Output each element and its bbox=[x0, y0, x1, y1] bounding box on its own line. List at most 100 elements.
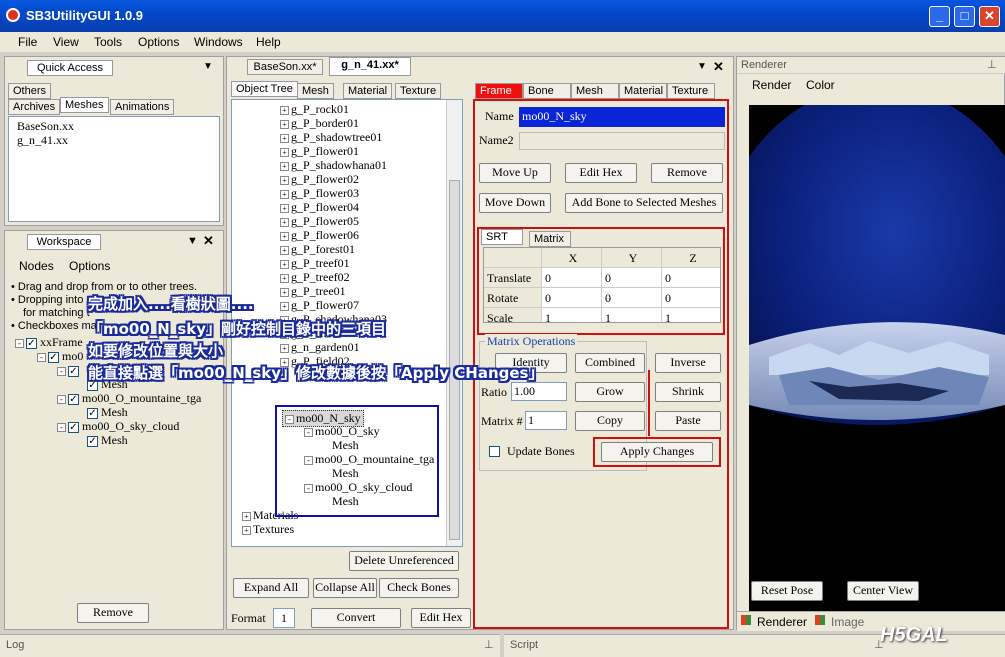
tree-node[interactable]: + g_P_border01 bbox=[280, 116, 359, 131]
name2-field[interactable] bbox=[519, 132, 725, 150]
workspace-title[interactable]: Workspace bbox=[27, 234, 101, 250]
tab-archives[interactable]: Archives bbox=[8, 99, 61, 115]
tab-bone[interactable]: Bone bbox=[523, 83, 571, 99]
list-item[interactable]: BaseSon.xx bbox=[17, 119, 74, 134]
tab-mesh[interactable]: Mesh bbox=[571, 83, 619, 99]
tab-others[interactable]: Others bbox=[8, 83, 52, 99]
collapse-all-button[interactable]: Collapse All bbox=[313, 578, 377, 598]
dropdown-icon[interactable]: ▼ bbox=[203, 61, 213, 72]
tab-meshes[interactable]: Meshes bbox=[60, 97, 109, 113]
close-icon[interactable]: ✕ bbox=[713, 59, 724, 75]
pin-icon[interactable]: ⊥ bbox=[484, 638, 494, 651]
menu-color[interactable]: Color bbox=[806, 78, 835, 92]
menu-options[interactable]: Options bbox=[69, 259, 110, 273]
tree-node[interactable]: - ✓ mo00_O_mountaine_tga bbox=[57, 391, 201, 406]
tree-node[interactable]: + g_P_flower02 bbox=[280, 172, 359, 187]
apply-changes-button[interactable]: Apply Changes bbox=[601, 442, 713, 462]
grow-button[interactable]: Grow bbox=[575, 382, 645, 402]
tab-texture[interactable]: Texture bbox=[667, 83, 715, 99]
translate-z[interactable]: 0 bbox=[662, 268, 720, 288]
expand-icon[interactable]: + bbox=[280, 161, 289, 171]
tree-node[interactable]: - ✓ xxFrame bbox=[15, 335, 83, 350]
menu-help[interactable]: Help bbox=[256, 35, 281, 49]
tree-node[interactable]: + g_n_garden01 bbox=[280, 340, 360, 355]
update-bones-checkbox[interactable] bbox=[489, 445, 503, 457]
tab-frame[interactable]: Frame bbox=[475, 83, 523, 99]
tree-node[interactable]: + g_P_flower01 bbox=[280, 144, 359, 159]
tab-material[interactable]: Material bbox=[619, 83, 667, 99]
edit-hex-button[interactable]: Edit Hex bbox=[565, 163, 637, 183]
menu-view[interactable]: View bbox=[53, 35, 79, 49]
edit-hex-button[interactable]: Edit Hex bbox=[411, 608, 471, 628]
scale-z[interactable]: 1 bbox=[662, 308, 720, 322]
close-icon[interactable]: ✕ bbox=[203, 233, 214, 249]
menu-windows[interactable]: Windows bbox=[194, 35, 243, 49]
expand-icon[interactable]: + bbox=[280, 175, 289, 185]
paste-button[interactable]: Paste bbox=[655, 411, 721, 431]
tree-node[interactable]: + g_P_treef02 bbox=[280, 270, 350, 285]
tree-node[interactable]: ✓ Mesh bbox=[87, 433, 128, 448]
center-view-button[interactable]: Center View bbox=[847, 581, 919, 601]
matrix-num-field[interactable]: 1 bbox=[525, 411, 567, 430]
expand-icon[interactable]: + bbox=[280, 231, 289, 241]
format-field[interactable]: 1 bbox=[273, 608, 295, 628]
expand-icon[interactable]: + bbox=[280, 301, 289, 311]
combined-button[interactable]: Combined bbox=[575, 353, 645, 373]
tree-node[interactable]: + g_P_flower06 bbox=[280, 228, 359, 243]
tree-node[interactable]: + g_P_rock01 bbox=[280, 102, 349, 117]
expand-icon[interactable]: + bbox=[280, 189, 289, 199]
expand-icon[interactable]: + bbox=[280, 147, 289, 157]
copy-button[interactable]: Copy bbox=[575, 411, 645, 431]
move-down-button[interactable]: Move Down bbox=[479, 193, 551, 213]
menu-nodes[interactable]: Nodes bbox=[19, 259, 54, 273]
tree-node[interactable]: - ✓ mo00_O_sky_cloud bbox=[57, 419, 179, 434]
convert-button[interactable]: Convert bbox=[311, 608, 401, 628]
scale-y[interactable]: 1 bbox=[602, 308, 662, 322]
rotate-z[interactable]: 0 bbox=[662, 288, 720, 308]
remove-button[interactable]: Remove bbox=[651, 163, 723, 183]
tab-material[interactable]: Material bbox=[343, 83, 393, 99]
tree-node[interactable]: ✓ Mesh bbox=[87, 405, 128, 420]
expand-icon[interactable]: + bbox=[280, 203, 289, 213]
inverse-button[interactable]: Inverse bbox=[655, 353, 721, 373]
tree-node[interactable]: + Textures bbox=[242, 522, 294, 537]
minimize-button[interactable]: _ bbox=[929, 6, 950, 27]
name-field[interactable]: mo00_N_sky bbox=[519, 107, 725, 127]
dropdown-icon[interactable]: ▼ bbox=[697, 61, 707, 72]
quick-access-title[interactable]: Quick Access bbox=[27, 60, 113, 76]
translate-x[interactable]: 0 bbox=[542, 268, 602, 288]
menu-tools[interactable]: Tools bbox=[94, 35, 122, 49]
tree-node[interactable]: + g_P_flower05 bbox=[280, 214, 359, 229]
remove-button[interactable]: Remove bbox=[77, 603, 149, 623]
expand-icon[interactable]: + bbox=[280, 133, 289, 143]
move-up-button[interactable]: Move Up bbox=[479, 163, 551, 183]
tab-renderer[interactable]: Renderer bbox=[757, 615, 807, 629]
tree-node[interactable]: + g_P_tree01 bbox=[280, 284, 346, 299]
scale-x[interactable]: 1 bbox=[542, 308, 602, 322]
pin-icon[interactable]: ⊥ bbox=[987, 58, 997, 71]
list-item[interactable]: g_n_41.xx bbox=[17, 133, 68, 148]
ratio-field[interactable]: 1.00 bbox=[511, 382, 567, 401]
doc-tab[interactable]: BaseSon.xx* bbox=[247, 59, 323, 75]
scrollbar[interactable] bbox=[446, 100, 462, 546]
doc-tab-active[interactable]: g_n_41.xx* bbox=[329, 57, 411, 76]
expand-icon[interactable]: + bbox=[280, 273, 289, 283]
expand-icon[interactable]: + bbox=[280, 245, 289, 255]
tab-mesh[interactable]: Mesh bbox=[297, 83, 334, 99]
tab-image[interactable]: Image bbox=[831, 615, 864, 629]
tab-animations[interactable]: Animations bbox=[110, 99, 175, 115]
expand-icon[interactable]: + bbox=[280, 217, 289, 227]
tree-node[interactable]: + g_P_flower07 bbox=[280, 298, 359, 313]
tree-node[interactable]: + g_P_flower04 bbox=[280, 200, 359, 215]
menu-render[interactable]: Render bbox=[752, 78, 791, 92]
translate-y[interactable]: 0 bbox=[602, 268, 662, 288]
rotate-y[interactable]: 0 bbox=[602, 288, 662, 308]
menu-options[interactable]: Options bbox=[138, 35, 179, 49]
expand-icon[interactable]: + bbox=[280, 259, 289, 269]
check-bones-button[interactable]: Check Bones bbox=[379, 578, 459, 598]
tree-node[interactable]: + g_P_treef01 bbox=[280, 256, 350, 271]
tree-node[interactable]: + g_P_shadowhana01 bbox=[280, 158, 387, 173]
expand-icon[interactable]: + bbox=[280, 287, 289, 297]
tree-node[interactable]: + g_P_forest01 bbox=[280, 242, 355, 257]
rotate-x[interactable]: 0 bbox=[542, 288, 602, 308]
